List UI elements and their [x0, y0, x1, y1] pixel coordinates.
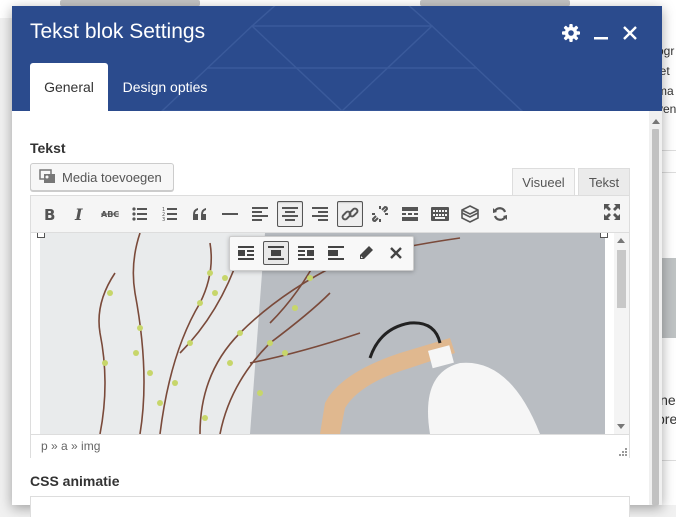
- tekst-label: Tekst: [30, 140, 66, 156]
- image-toolbar: [229, 236, 414, 271]
- editor-content[interactable]: [31, 233, 629, 434]
- add-media-button[interactable]: Media toevoegen: [30, 163, 174, 191]
- editor-toolbar: B I ABC 123: [31, 196, 629, 233]
- fullscreen-icon[interactable]: [599, 199, 625, 225]
- refresh-icon[interactable]: [487, 201, 513, 227]
- remove-icon[interactable]: [383, 241, 409, 265]
- editor-resize-icon[interactable]: [619, 448, 627, 456]
- tab-text-mode[interactable]: Tekst: [578, 168, 630, 196]
- blockquote-icon[interactable]: [187, 201, 213, 227]
- svg-text:I: I: [74, 206, 83, 222]
- align-right-icon[interactable]: [307, 201, 333, 227]
- align-center-icon[interactable]: [277, 201, 303, 227]
- resize-handle[interactable]: [37, 233, 45, 238]
- rich-text-editor: B I ABC 123 p » a » img: [30, 195, 630, 458]
- modal-scrollbar[interactable]: [649, 111, 662, 505]
- align-left-icon[interactable]: [247, 201, 273, 227]
- editor-scrollbar[interactable]: [614, 233, 629, 434]
- strikethrough-icon[interactable]: ABC: [97, 201, 123, 227]
- tab-visual-mode[interactable]: Visueel: [512, 168, 575, 196]
- modal-title: Tekst blok Settings: [30, 20, 206, 43]
- css-animatie-label: CSS animatie: [30, 473, 120, 489]
- editor-scroll-thumb[interactable]: [617, 250, 626, 308]
- resize-handle[interactable]: [600, 233, 608, 238]
- tab-general[interactable]: General: [30, 63, 108, 111]
- css-animatie-select[interactable]: [30, 496, 630, 517]
- numbered-list-icon[interactable]: 123: [157, 201, 183, 227]
- minimize-icon[interactable]: [590, 22, 612, 44]
- edit-icon[interactable]: [353, 241, 379, 265]
- bold-icon[interactable]: B: [37, 201, 63, 227]
- add-media-label: Media toevoegen: [62, 169, 162, 185]
- settings-gear-icon[interactable]: [560, 22, 582, 44]
- link-icon[interactable]: [337, 201, 363, 227]
- image-align-none-icon[interactable]: [323, 241, 349, 265]
- settings-modal: Tekst blok Settings General Design optie…: [12, 6, 662, 517]
- media-icon: [39, 169, 55, 183]
- layers-icon[interactable]: [457, 201, 483, 227]
- bullet-list-icon[interactable]: [127, 201, 153, 227]
- modal-header: Tekst blok Settings General Design optie…: [12, 6, 662, 111]
- italic-icon[interactable]: I: [67, 201, 93, 227]
- modal-body: Tekst Media toevoegen Visueel Tekst B I …: [12, 111, 649, 517]
- svg-text:B: B: [44, 206, 55, 222]
- editor-status-bar: p » a » img: [31, 434, 629, 458]
- image-align-right-icon[interactable]: [293, 241, 319, 265]
- close-icon[interactable]: [619, 22, 641, 44]
- image-align-left-icon[interactable]: [233, 241, 259, 265]
- read-more-icon[interactable]: [397, 201, 423, 227]
- scroll-up-icon[interactable]: [652, 119, 660, 124]
- modal-scroll-thumb[interactable]: [652, 129, 659, 505]
- element-path: p » a » img: [41, 439, 101, 453]
- toolbar-toggle-icon[interactable]: [427, 201, 453, 227]
- tab-design-opties[interactable]: Design opties: [112, 63, 218, 111]
- image-align-center-icon[interactable]: [263, 241, 289, 265]
- background-thumbnail: [660, 258, 676, 338]
- horizontal-rule-icon[interactable]: [217, 201, 243, 227]
- svg-text:3: 3: [162, 217, 165, 221]
- unlink-icon[interactable]: [367, 201, 393, 227]
